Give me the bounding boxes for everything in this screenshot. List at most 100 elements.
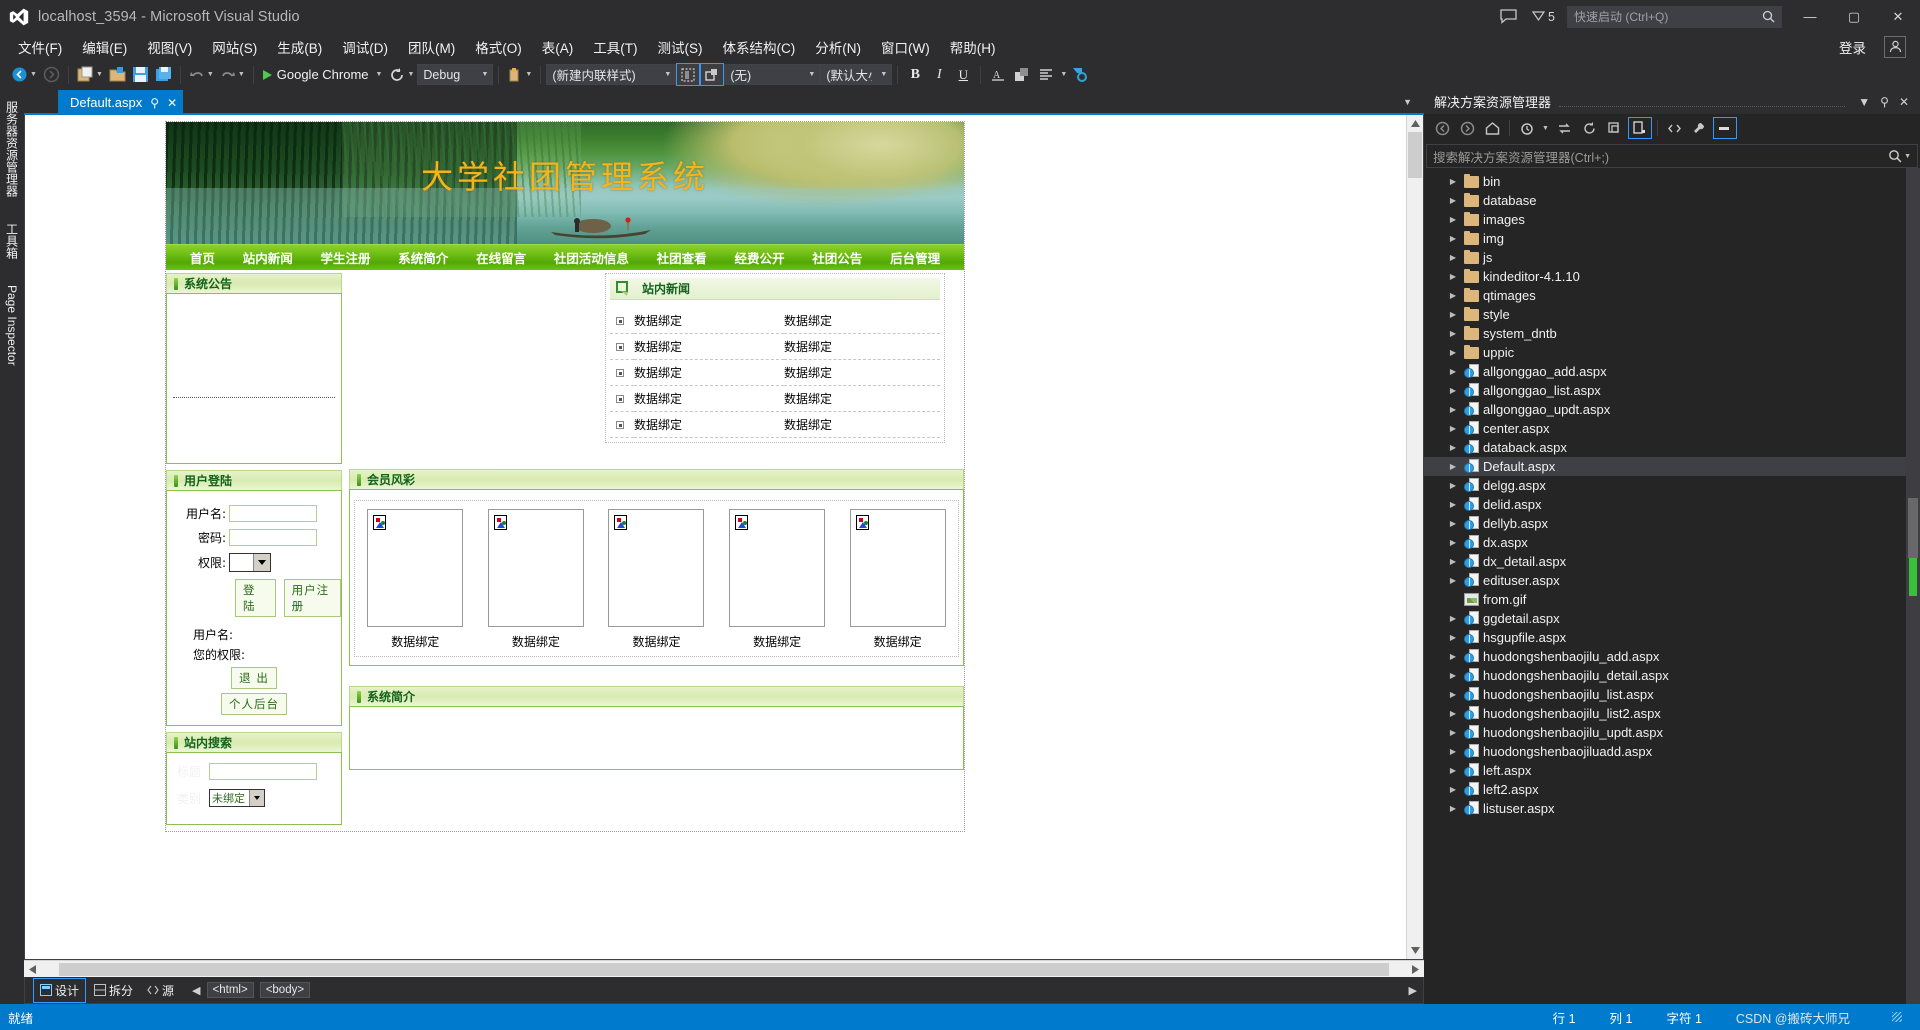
expand-chevron-icon[interactable]: ▶ bbox=[1446, 500, 1460, 509]
pin-icon[interactable]: ⚲ bbox=[1875, 95, 1894, 109]
tree-item-listuser-aspx[interactable]: ▶ listuser.aspx bbox=[1424, 799, 1920, 818]
menu-help[interactable]: 帮助(H) bbox=[940, 34, 1006, 60]
hscrollbar-thumb[interactable] bbox=[59, 962, 1389, 976]
sidebar-item-server-explorer[interactable]: 服务器资源管理器 bbox=[1, 95, 24, 203]
new-website-button[interactable]: ▼ bbox=[74, 63, 106, 87]
nav-item-system-intro[interactable]: 系统简介 bbox=[398, 248, 448, 267]
expand-chevron-icon[interactable]: ▶ bbox=[1446, 709, 1460, 718]
menu-format[interactable]: 格式(O) bbox=[465, 34, 532, 60]
designer-vertical-scrollbar[interactable] bbox=[1406, 115, 1423, 959]
expand-chevron-icon[interactable]: ▶ bbox=[1446, 519, 1460, 528]
new-dropdown-icon[interactable]: ▼ bbox=[96, 71, 103, 78]
list-item[interactable]: 数据绑定 bbox=[367, 509, 464, 650]
expand-chevron-icon[interactable]: ▶ bbox=[1446, 538, 1460, 547]
expand-chevron-icon[interactable]: ▶ bbox=[1446, 234, 1460, 243]
tree-item-js[interactable]: ▶ js bbox=[1424, 248, 1920, 267]
nav-item-online-message[interactable]: 在线留言 bbox=[476, 248, 526, 267]
menu-build[interactable]: 生成(B) bbox=[267, 34, 332, 60]
designer-horizontal-scrollbar[interactable] bbox=[24, 960, 1424, 977]
collapse-all-icon[interactable] bbox=[1603, 117, 1627, 139]
tree-item-qtimages[interactable]: ▶ qtimages bbox=[1424, 286, 1920, 305]
tree-item-allgonggao-updt-aspx[interactable]: ▶ allgonggao_updt.aspx bbox=[1424, 400, 1920, 419]
expand-chevron-icon[interactable]: ▶ bbox=[1446, 272, 1460, 281]
solution-explorer-scrollbar[interactable] bbox=[1906, 168, 1920, 1004]
tag-nav-prev-icon[interactable]: ◀ bbox=[192, 984, 200, 997]
table-row[interactable]: 数据绑定 数据绑定 bbox=[610, 360, 940, 386]
select-style-button[interactable] bbox=[676, 63, 701, 86]
signin-link[interactable]: 登录 bbox=[1831, 34, 1874, 60]
scroll-up-icon[interactable] bbox=[1407, 115, 1423, 132]
expand-chevron-icon[interactable]: ▶ bbox=[1446, 329, 1460, 338]
expand-chevron-icon[interactable]: ▶ bbox=[1446, 367, 1460, 376]
tree-item-images[interactable]: ▶ images bbox=[1424, 210, 1920, 229]
expand-chevron-icon[interactable]: ▶ bbox=[1446, 652, 1460, 661]
navigate-back-button[interactable]: ▼ bbox=[8, 63, 40, 87]
expand-chevron-icon[interactable]: ▶ bbox=[1446, 291, 1460, 300]
tree-item-huodongshenbaojilu-detail-aspx[interactable]: ▶ huodongshenbaojilu_detail.aspx bbox=[1424, 666, 1920, 685]
nav-item-club-view[interactable]: 社团查看 bbox=[657, 248, 707, 267]
expand-chevron-icon[interactable]: ▶ bbox=[1446, 690, 1460, 699]
tag-nav-next-icon[interactable]: ▶ bbox=[1409, 984, 1423, 997]
logout-button[interactable]: 退 出 bbox=[231, 667, 277, 689]
tab-split-view[interactable]: 拆分 bbox=[88, 979, 139, 1002]
expand-chevron-icon[interactable]: ▶ bbox=[1446, 443, 1460, 452]
solution-configuration-combo[interactable]: Debug ▼ bbox=[417, 64, 494, 85]
menu-debug[interactable]: 调试(D) bbox=[332, 34, 398, 60]
search-icon[interactable] bbox=[1888, 149, 1902, 163]
background-color-button[interactable] bbox=[1010, 63, 1034, 86]
refresh-icon[interactable] bbox=[1578, 117, 1602, 139]
nav-item-home[interactable]: 首页 bbox=[190, 248, 215, 267]
nav-item-admin-backend[interactable]: 后台管理 bbox=[890, 248, 940, 267]
list-item[interactable]: 数据绑定 bbox=[849, 509, 946, 650]
forward-icon[interactable] bbox=[1455, 117, 1479, 139]
tree-item-delgg-aspx[interactable]: ▶ delgg.aspx bbox=[1424, 476, 1920, 495]
tree-item-huodongshenbaojilu-list2-aspx[interactable]: ▶ huodongshenbaojilu_list2.aspx bbox=[1424, 704, 1920, 723]
bold-button[interactable]: B bbox=[903, 63, 927, 86]
tree-item-ggdetail-aspx[interactable]: ▶ ggdetail.aspx bbox=[1424, 609, 1920, 628]
nav-item-funding-disclosure[interactable]: 经费公开 bbox=[734, 248, 784, 267]
minimize-button[interactable]: — bbox=[1788, 0, 1832, 33]
solution-explorer-tree[interactable]: ▶ bin ▶ database ▶ images ▶ img ▶ js ▶ kindeditor-4… bbox=[1424, 168, 1920, 1004]
notification-bell[interactable]: 5 bbox=[1526, 10, 1561, 24]
sidebar-item-toolbox[interactable]: 工具箱 bbox=[1, 217, 24, 265]
quick-launch-input[interactable]: 快速启动 (Ctrl+Q) bbox=[1567, 5, 1782, 28]
expand-chevron-icon[interactable]: ▶ bbox=[1446, 215, 1460, 224]
tree-item-database[interactable]: ▶ database bbox=[1424, 191, 1920, 210]
nav-item-club-announcement[interactable]: 社团公告 bbox=[812, 248, 862, 267]
table-row[interactable]: 数据绑定 数据绑定 bbox=[610, 334, 940, 360]
expand-chevron-icon[interactable]: ▶ bbox=[1446, 348, 1460, 357]
login-button[interactable]: 登 陆 bbox=[235, 579, 276, 617]
register-button[interactable]: 用户注册 bbox=[283, 579, 341, 617]
undo-button[interactable]: ▼ bbox=[186, 63, 217, 87]
tree-item-allgonggao-list-aspx[interactable]: ▶ allgonggao_list.aspx bbox=[1424, 381, 1920, 400]
search-kind-select[interactable]: 未绑定 bbox=[209, 789, 265, 807]
back-icon[interactable] bbox=[1430, 117, 1454, 139]
scrollbar-thumb[interactable] bbox=[1408, 132, 1422, 178]
list-item[interactable]: 数据绑定 bbox=[729, 509, 826, 650]
menu-table[interactable]: 表(A) bbox=[532, 34, 584, 60]
show-all-files-icon[interactable] bbox=[1627, 117, 1652, 139]
expand-chevron-icon[interactable]: ▶ bbox=[1446, 614, 1460, 623]
chevron-down-icon[interactable]: ▼ bbox=[1853, 95, 1875, 109]
foreground-color-button[interactable]: A bbox=[986, 63, 1010, 86]
list-item[interactable]: 数据绑定 bbox=[487, 509, 584, 650]
expand-chevron-icon[interactable]: ▶ bbox=[1446, 576, 1460, 585]
nav-item-club-activity-info[interactable]: 社团活动信息 bbox=[554, 248, 629, 267]
style-target-button[interactable] bbox=[700, 63, 725, 86]
sync-icon[interactable] bbox=[1553, 117, 1577, 139]
list-item[interactable]: 数据绑定 bbox=[608, 509, 705, 650]
document-tab-default-aspx[interactable]: Default.aspx ⚲ ✕ bbox=[58, 90, 184, 115]
menu-window[interactable]: 窗口(W) bbox=[871, 34, 940, 60]
solution-explorer-search-input[interactable]: 搜索解决方案资源管理器(Ctrl+;) ▼ bbox=[1426, 144, 1918, 168]
expand-chevron-icon[interactable]: ▶ bbox=[1446, 804, 1460, 813]
target-rule-combo[interactable]: (无) ▼ bbox=[724, 64, 821, 85]
menu-website[interactable]: 网站(S) bbox=[202, 34, 267, 60]
tree-item-from-gif[interactable]: ▶from.gif bbox=[1424, 590, 1920, 609]
close-icon[interactable]: ✕ bbox=[1894, 95, 1914, 109]
nav-item-site-news[interactable]: 站内新闻 bbox=[243, 248, 293, 267]
sidebar-item-page-inspector[interactable]: Page Inspector bbox=[2, 279, 22, 372]
refresh-dropdown-icon[interactable]: ▼ bbox=[407, 71, 414, 78]
tree-item-hsgupfile-aspx[interactable]: ▶ hsgupfile.aspx bbox=[1424, 628, 1920, 647]
tree-item-huodongshenbaojiluadd-aspx[interactable]: ▶ huodongshenbaojiluadd.aspx bbox=[1424, 742, 1920, 761]
tree-item-allgonggao-add-aspx[interactable]: ▶ allgonggao_add.aspx bbox=[1424, 362, 1920, 381]
